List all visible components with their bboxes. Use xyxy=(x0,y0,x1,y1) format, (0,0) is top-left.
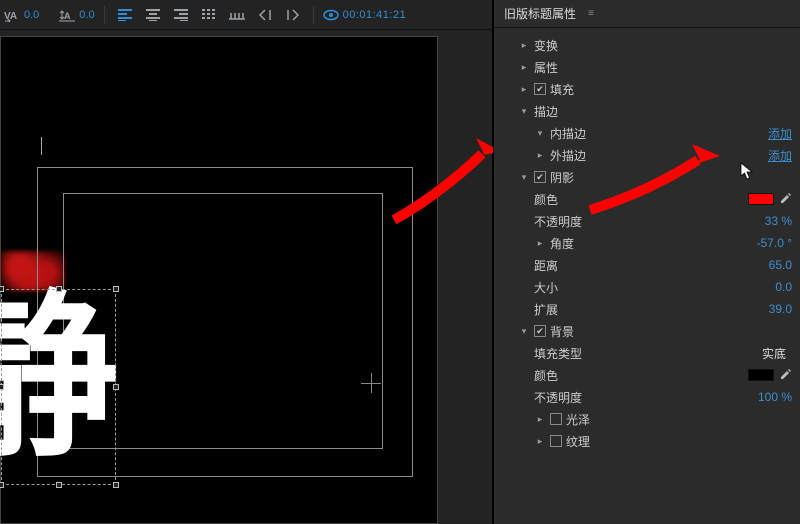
bg-texture-row[interactable]: 纹理 xyxy=(494,430,800,452)
shadow-checkbox[interactable] xyxy=(534,171,546,183)
shadow-spread-value[interactable]: 39.0 xyxy=(769,302,792,316)
bg-color-row: 颜色 xyxy=(494,364,800,386)
distribute-button[interactable] xyxy=(198,4,220,26)
bg-color-swatch[interactable] xyxy=(748,369,774,381)
selection-box[interactable] xyxy=(1,289,116,485)
title-toolbar: VA 0.0 A 0.0 xyxy=(0,0,492,30)
inner-stroke-add-link[interactable]: 添加 xyxy=(768,125,792,142)
resize-handle[interactable] xyxy=(113,286,119,292)
baseline-value[interactable]: 0.0 xyxy=(79,9,94,21)
resize-handle[interactable] xyxy=(113,384,119,390)
tab-indent-left-button[interactable] xyxy=(254,4,276,26)
shadow-color-swatch[interactable] xyxy=(748,193,774,205)
properties-tree: 变换 属性 填充 描边 内描边 添加 xyxy=(494,28,800,458)
resize-handle[interactable] xyxy=(56,286,62,292)
fill-group[interactable]: 填充 xyxy=(494,78,800,100)
eyedropper-icon[interactable] xyxy=(780,192,792,207)
bg-opacity-value[interactable]: 100 % xyxy=(758,390,792,404)
bg-fill-type-select[interactable]: 实底 xyxy=(756,345,792,362)
chevron-right-icon[interactable] xyxy=(534,435,546,447)
panel-title-label: 旧版标题属性 xyxy=(504,5,576,22)
title-canvas[interactable]: 静 xyxy=(0,36,438,524)
bg-fill-type-row: 填充类型 实底 xyxy=(494,342,800,364)
separator xyxy=(313,6,314,24)
inner-stroke-row[interactable]: 内描边 添加 xyxy=(494,122,800,144)
fill-checkbox[interactable] xyxy=(534,83,546,95)
chevron-right-icon[interactable] xyxy=(518,61,530,73)
chevron-down-icon[interactable] xyxy=(518,171,530,183)
stage-outer: 静 xyxy=(0,30,492,524)
align-center-button[interactable] xyxy=(142,4,164,26)
baseline-shift-tool[interactable]: A 0.0 xyxy=(59,4,94,26)
panel-menu-icon[interactable]: ≡ xyxy=(588,8,596,19)
strokes-group[interactable]: 描边 xyxy=(494,100,800,122)
svg-text:VA: VA xyxy=(4,11,17,22)
bg-sheen-row[interactable]: 光泽 xyxy=(494,408,800,430)
bg-opacity-row: 不透明度 100 % xyxy=(494,386,800,408)
resize-handle[interactable] xyxy=(56,482,62,488)
bg-sheen-checkbox[interactable] xyxy=(550,413,562,425)
timecode-display[interactable]: 00:01:41:21 xyxy=(343,9,407,21)
align-left-button[interactable] xyxy=(114,4,136,26)
bg-texture-checkbox[interactable] xyxy=(550,435,562,447)
shadow-distance-row: 距离 65.0 xyxy=(494,254,800,276)
tab-indent-right-button[interactable] xyxy=(282,4,304,26)
background-checkbox[interactable] xyxy=(534,325,546,337)
shadow-distance-value[interactable]: 65.0 xyxy=(769,258,792,272)
outer-stroke-add-link[interactable]: 添加 xyxy=(768,147,792,164)
resize-handle[interactable] xyxy=(0,384,4,390)
attributes-group[interactable]: 属性 xyxy=(494,56,800,78)
mouse-cursor xyxy=(740,162,756,183)
shadow-angle-value[interactable]: -57.0 ° xyxy=(757,236,792,250)
transform-group[interactable]: 变换 xyxy=(494,34,800,56)
title-preview-pane: VA 0.0 A 0.0 xyxy=(0,0,493,524)
chevron-down-icon[interactable] xyxy=(518,105,530,117)
shadow-opacity-value[interactable]: 33 % xyxy=(765,214,792,228)
chevron-right-icon[interactable] xyxy=(518,39,530,51)
shadow-color-row: 颜色 xyxy=(494,188,800,210)
chevron-right-icon[interactable] xyxy=(534,413,546,425)
chevron-right-icon[interactable] xyxy=(534,149,546,161)
resize-handle[interactable] xyxy=(0,286,4,292)
crosshair-v xyxy=(371,373,372,393)
background-group[interactable]: 背景 xyxy=(494,320,800,342)
resize-handle[interactable] xyxy=(113,482,119,488)
shadow-size-row: 大小 0.0 xyxy=(494,276,800,298)
eyedropper-icon[interactable] xyxy=(780,368,792,383)
separator xyxy=(104,6,105,24)
tracking-value[interactable]: 0.0 xyxy=(24,9,39,21)
panel-title-bar[interactable]: 旧版标题属性 ≡ xyxy=(494,0,800,28)
chevron-down-icon[interactable] xyxy=(518,325,530,337)
vertical-guide xyxy=(41,137,42,155)
chevron-down-icon[interactable] xyxy=(534,127,546,139)
resize-handle[interactable] xyxy=(0,482,4,488)
title-properties-panel: 旧版标题属性 ≡ 变换 属性 填充 描边 xyxy=(493,0,800,524)
tracking-tool[interactable]: VA 0.0 xyxy=(4,4,39,26)
shadow-size-value[interactable]: 0.0 xyxy=(775,280,792,294)
shadow-angle-row: 角度 -57.0 ° xyxy=(494,232,800,254)
align-right-button[interactable] xyxy=(170,4,192,26)
shadow-spread-row: 扩展 39.0 xyxy=(494,298,800,320)
tab-stops-button[interactable] xyxy=(226,4,248,26)
shadow-opacity-row: 不透明度 33 % xyxy=(494,210,800,232)
show-video-toggle[interactable]: 00:01:41:21 xyxy=(323,9,407,21)
chevron-right-icon[interactable] xyxy=(534,237,546,249)
chevron-right-icon[interactable] xyxy=(518,83,530,95)
svg-text:A: A xyxy=(64,11,71,21)
